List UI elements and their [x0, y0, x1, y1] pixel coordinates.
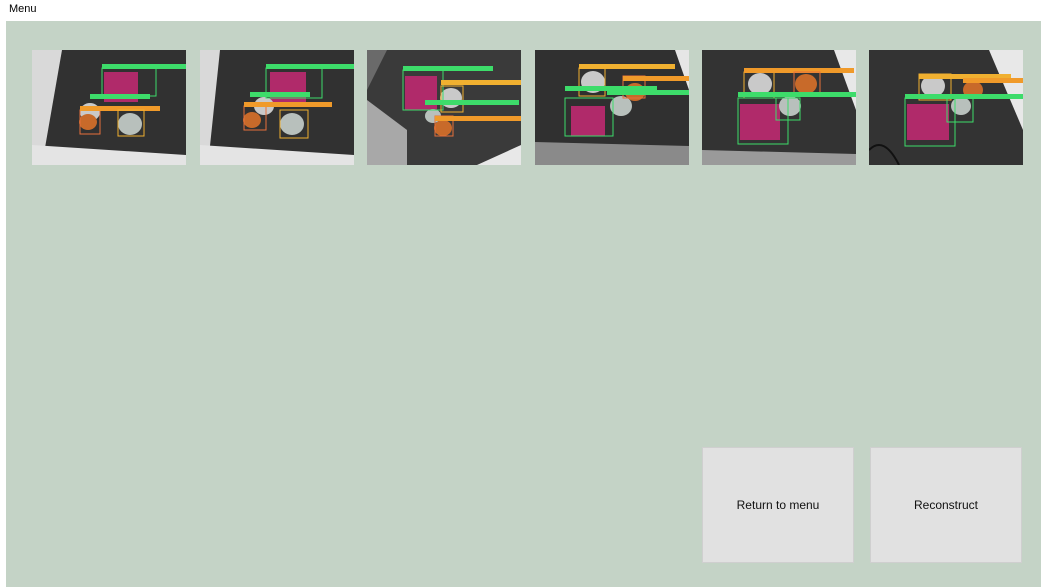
detection-image-3	[367, 50, 521, 165]
detection-image-1	[32, 50, 186, 165]
detection-image-2	[200, 50, 354, 165]
main-panel: Return to menu Reconstruct	[6, 21, 1041, 587]
menu-item-menu[interactable]: Menu	[9, 3, 37, 15]
detection-image-5	[702, 50, 856, 165]
menu-bar: Menu	[0, 0, 1041, 20]
reconstruct-button[interactable]: Reconstruct	[870, 447, 1022, 563]
detection-image-4	[535, 50, 689, 165]
detection-image-6	[869, 50, 1023, 165]
return-to-menu-button[interactable]: Return to menu	[702, 447, 854, 563]
